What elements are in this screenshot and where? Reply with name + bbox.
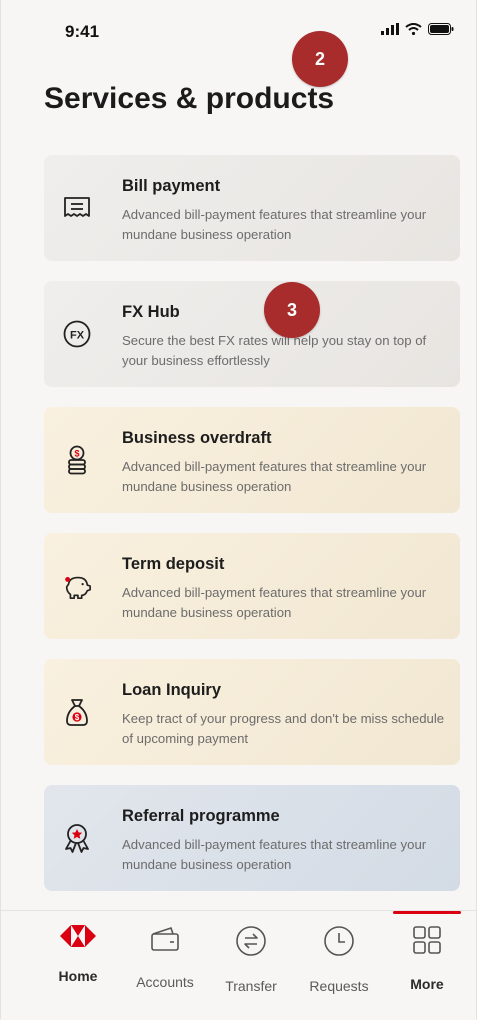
tab-accounts[interactable]: Accounts — [125, 925, 205, 990]
tab-transfer[interactable]: Transfer — [211, 925, 291, 994]
grid-icon — [413, 926, 441, 954]
service-card-bill-payment[interactable]: Bill payment Advanced bill-payment featu… — [44, 155, 460, 261]
piggy-bank-icon — [62, 571, 92, 601]
phone-screen: 9:41 Services & products Bill payment Ad… — [0, 0, 477, 1020]
annotation-badge-2: 2 — [292, 31, 348, 87]
card-title: Referral programme — [122, 807, 280, 825]
fx-icon: FX — [62, 319, 92, 349]
wallet-icon — [151, 927, 179, 951]
battery-icon — [428, 23, 454, 35]
tab-more[interactable]: More — [387, 925, 467, 992]
coins-icon: $ — [62, 445, 92, 475]
clock-icon — [324, 926, 354, 956]
card-description: Advanced bill-payment features that stre… — [122, 585, 427, 620]
award-icon — [62, 823, 92, 853]
annotation-badge-3: 3 — [264, 282, 320, 338]
page-title: Services & products — [44, 82, 335, 115]
card-description: Advanced bill-payment features that stre… — [122, 459, 427, 494]
service-card-fx-hub[interactable]: FX FX Hub Secure the best FX rates will … — [44, 281, 460, 387]
bottom-tab-bar: Home Accounts Transfer Requests More — [1, 910, 476, 1020]
svg-text:FX: FX — [70, 330, 85, 342]
tab-label: More — [410, 976, 444, 992]
status-time: 9:41 — [65, 22, 100, 41]
active-tab-indicator — [393, 911, 461, 914]
tab-label: Requests — [309, 978, 369, 994]
card-title: Term deposit — [122, 555, 225, 573]
card-description: Advanced bill-payment features that stre… — [122, 207, 427, 242]
card-title: Bill payment — [122, 177, 221, 195]
hsbc-logo-icon — [60, 925, 96, 947]
card-title: Business overdraft — [122, 429, 272, 447]
money-bag-icon: $ — [62, 697, 92, 727]
status-bar: 9:41 — [1, 0, 476, 60]
service-card-referral-programme[interactable]: Referral programme Advanced bill-payment… — [44, 785, 460, 891]
card-description: Advanced bill-payment features that stre… — [122, 837, 427, 872]
service-card-loan-inquiry[interactable]: $ Loan Inquiry Keep tract of your progre… — [44, 659, 460, 765]
tab-label: Accounts — [136, 974, 194, 990]
tab-requests[interactable]: Requests — [299, 925, 379, 994]
badge-number: 3 — [286, 299, 297, 320]
card-title: FX Hub — [122, 303, 180, 321]
wifi-icon — [405, 23, 422, 35]
tab-label: Home — [58, 968, 98, 984]
svg-text:$: $ — [75, 713, 80, 722]
badge-number: 2 — [314, 48, 325, 69]
service-card-business-overdraft[interactable]: $ Business overdraft Advanced bill-payme… — [44, 407, 460, 513]
card-description: Keep tract of your progress and don't be… — [122, 711, 445, 746]
status-icons — [381, 23, 454, 35]
transfer-icon — [236, 926, 266, 956]
tab-home[interactable]: Home — [38, 925, 118, 984]
tab-label: Transfer — [225, 978, 277, 994]
service-card-term-deposit[interactable]: Term deposit Advanced bill-payment featu… — [44, 533, 460, 639]
svg-text:$: $ — [74, 449, 79, 459]
card-title: Loan Inquiry — [122, 681, 221, 699]
receipt-icon — [62, 193, 92, 223]
signal-icon — [381, 23, 399, 35]
